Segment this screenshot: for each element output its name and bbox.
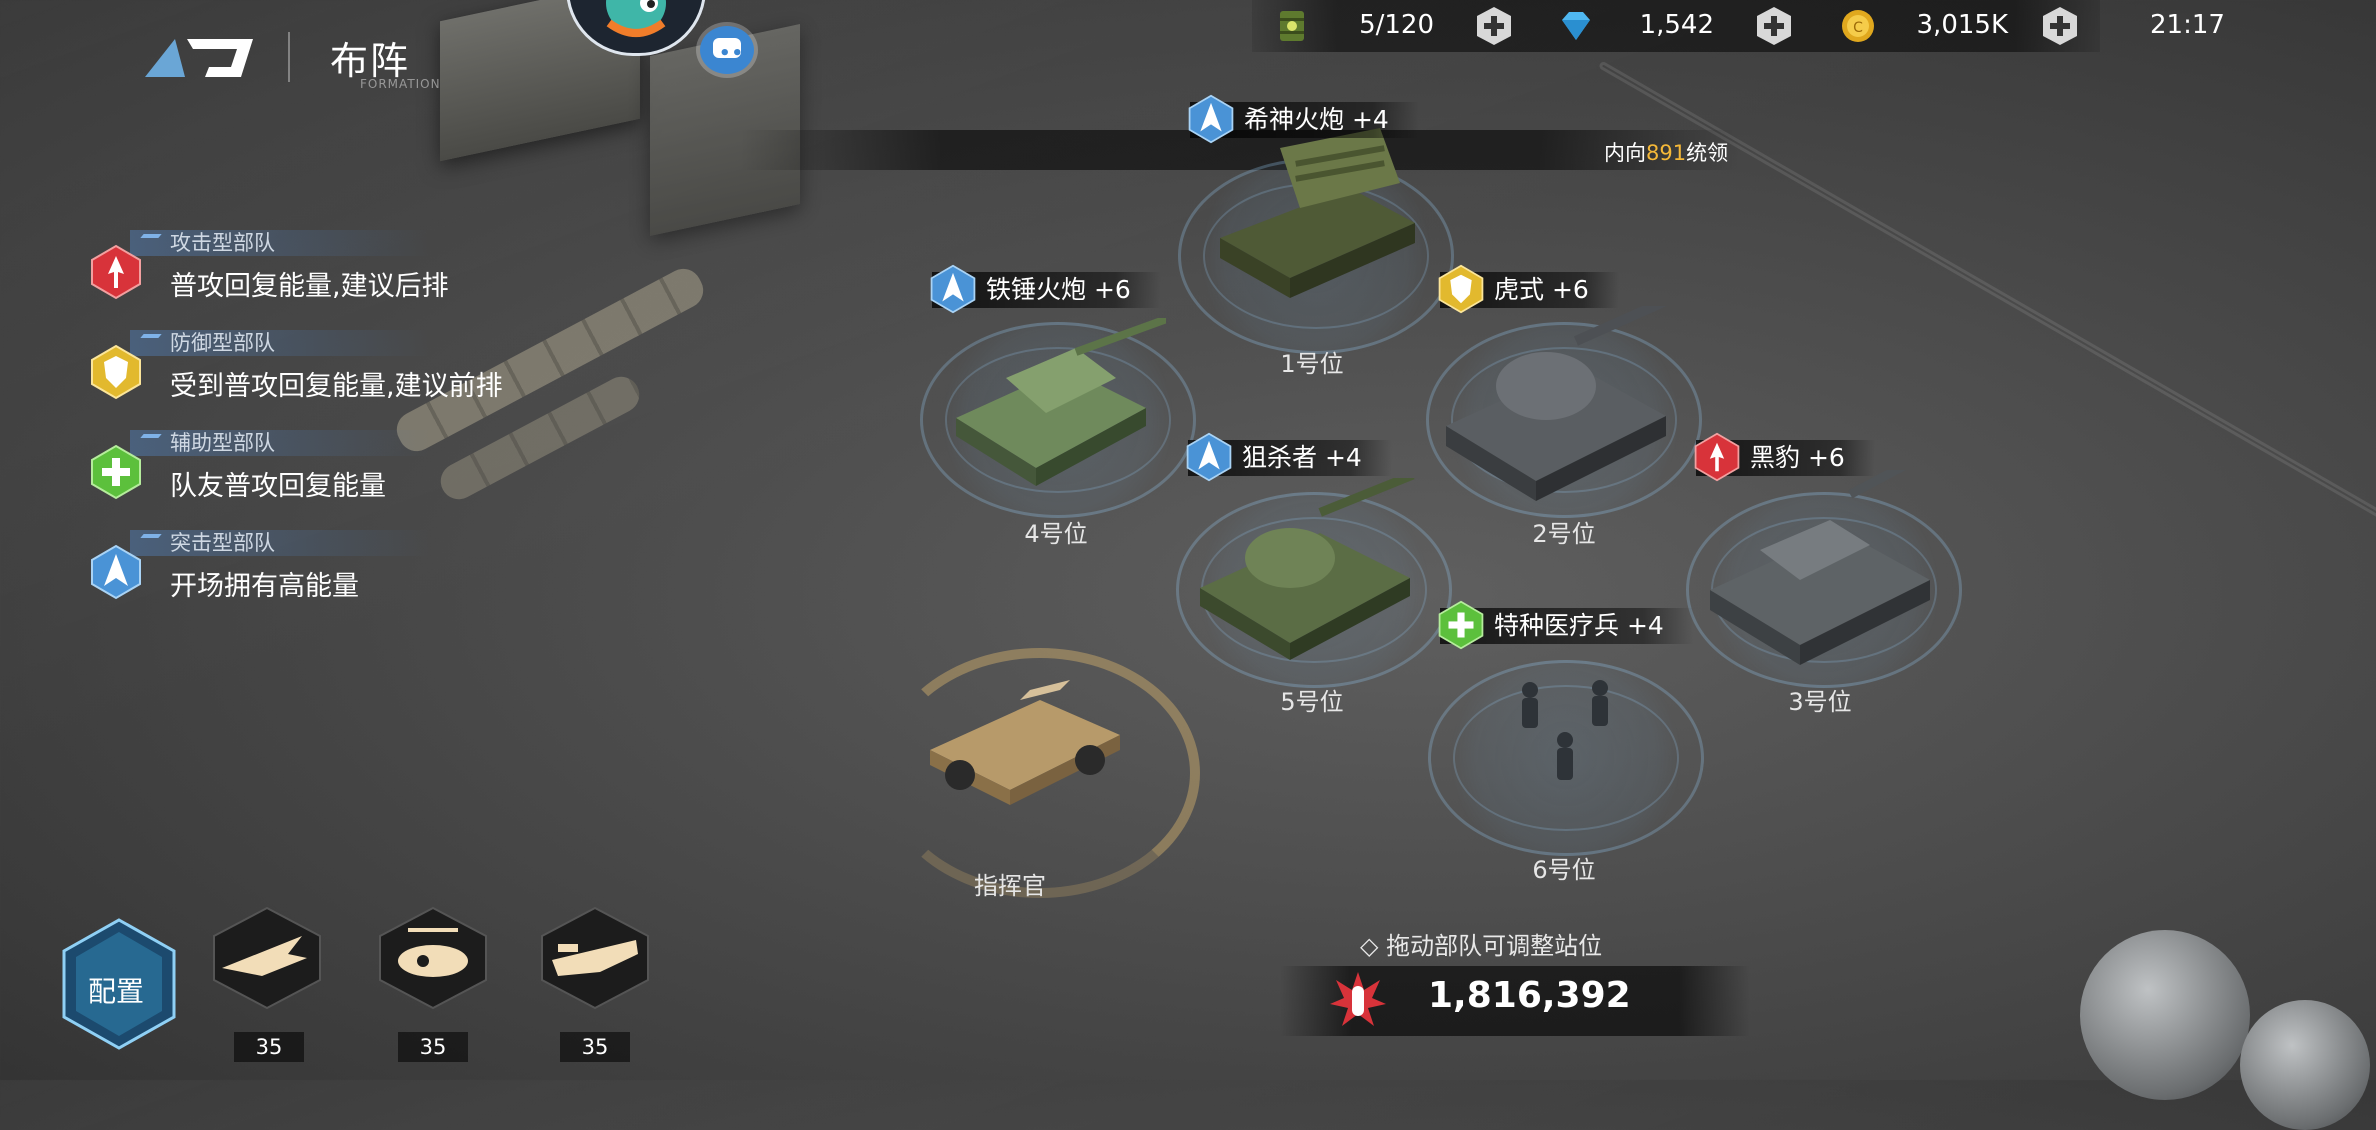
- game-logo-icon: [145, 39, 253, 77]
- attack-role-icon: [1694, 432, 1740, 482]
- legend-desc: 普攻回复能量,建议后排: [170, 271, 449, 302]
- legend-tag: 突击型部队: [130, 530, 430, 556]
- unit-tag-slot-3: 黑豹 +6: [1694, 432, 1875, 482]
- assault-role-icon: [91, 544, 141, 600]
- hint-text: 拖动部队可调整站位: [1386, 932, 1603, 960]
- diamond-value: 1,542: [1639, 10, 1714, 40]
- background-silo: [2240, 1000, 2370, 1130]
- slot-label: 5号位: [1280, 688, 1344, 716]
- commander-jeep-unit[interactable]: [920, 650, 1140, 820]
- unit-tag-slot-6: 特种医疗兵 +4: [1438, 600, 1694, 650]
- command-suffix: 统领: [1686, 141, 1729, 165]
- commander-label: 指挥官: [974, 872, 1046, 900]
- defense-role-icon: [1438, 264, 1484, 314]
- page-subtitle: FORMATION: [360, 77, 441, 91]
- clock: 21:17: [2150, 10, 2225, 40]
- rocket-artillery-unit[interactable]: [1200, 128, 1430, 308]
- unit-tag-slot-2: 虎式 +6: [1438, 264, 1619, 314]
- legend-desc: 队友普攻回复能量: [170, 471, 386, 502]
- unit-name: 虎式 +6: [1494, 275, 1589, 304]
- config-label: 配置: [88, 975, 145, 1008]
- slot-label: 3号位: [1788, 688, 1852, 716]
- combat-power-value: 1,816,392: [1428, 975, 1631, 1016]
- slot-label: 1号位: [1280, 350, 1344, 378]
- slot-label: 6号位: [1532, 856, 1596, 884]
- add-fuel-button[interactable]: [1474, 6, 1514, 46]
- legend-desc: 受到普攻回复能量,建议前排: [170, 371, 503, 402]
- drag-hint: ◇ 拖动部队可调整站位: [1360, 926, 1602, 961]
- unit-name: 希神火炮 +4: [1244, 105, 1389, 134]
- diamond-icon: [1562, 12, 1590, 40]
- unit-tag-slot-1: 希神火炮 +4: [1188, 94, 1419, 144]
- sniper-tank-unit[interactable]: [1190, 478, 1430, 668]
- unit-name: 黑豹 +6: [1750, 443, 1845, 472]
- unit-name: 狙杀者 +4: [1242, 443, 1362, 472]
- legend-tag: 攻击型部队: [130, 230, 430, 256]
- unit-tag-slot-5: 狙杀者 +4: [1186, 432, 1392, 482]
- assault-role-icon: [1188, 94, 1234, 144]
- support-role-icon: [1438, 600, 1484, 650]
- add-diamond-button[interactable]: [1754, 6, 1794, 46]
- attack-role-icon: [91, 244, 141, 300]
- unit-name: 铁锤火炮 +6: [986, 275, 1131, 304]
- skill-count: 35: [560, 1032, 630, 1062]
- unit-tag-slot-4: 铁锤火炮 +6: [930, 264, 1161, 314]
- skill-count: 35: [398, 1032, 468, 1062]
- aircraft-skill-icon[interactable]: [212, 906, 322, 1010]
- header-divider: [288, 32, 290, 82]
- chat-icon: •••: [719, 43, 757, 64]
- svg-text:C: C: [1853, 20, 1863, 36]
- slot-label: 4号位: [1024, 520, 1088, 548]
- command-text: 内向891统领: [1604, 137, 1728, 167]
- gold-value: 3,015K: [1916, 10, 2008, 40]
- bomber-skill-icon[interactable]: [540, 906, 650, 1010]
- support-role-icon: [91, 444, 141, 500]
- add-gold-button[interactable]: [2040, 6, 2080, 46]
- hammer-artillery-unit[interactable]: [946, 318, 1166, 488]
- assault-role-icon: [930, 264, 976, 314]
- legend-tag: 辅助型部队: [130, 430, 430, 456]
- tiger-tank-unit[interactable]: [1436, 306, 1696, 506]
- assault-role-icon: [1186, 432, 1232, 482]
- fuel-barrel-icon: [1280, 11, 1304, 41]
- diamond-bullet-icon: ◇: [1360, 932, 1387, 960]
- background-silo: [2080, 930, 2250, 1100]
- medic-squad-unit[interactable]: [1500, 670, 1630, 810]
- defense-role-icon: [91, 344, 141, 400]
- unit-name: 特种医疗兵 +4: [1494, 611, 1664, 640]
- gold-coin-icon: C: [1842, 10, 1874, 42]
- legend-tag: 防御型部队: [130, 330, 430, 356]
- combat-power-icon: [1330, 972, 1386, 1026]
- command-value: 891: [1646, 141, 1687, 165]
- legend-desc: 开场拥有高能量: [170, 571, 359, 602]
- skill-count: 35: [234, 1032, 304, 1062]
- slot-label: 2号位: [1532, 520, 1596, 548]
- command-prefix: 内向: [1604, 141, 1646, 165]
- helicopter-skill-icon[interactable]: [378, 906, 488, 1010]
- panther-tank-unit[interactable]: [1700, 470, 1950, 670]
- fuel-value: 5/120: [1359, 10, 1434, 40]
